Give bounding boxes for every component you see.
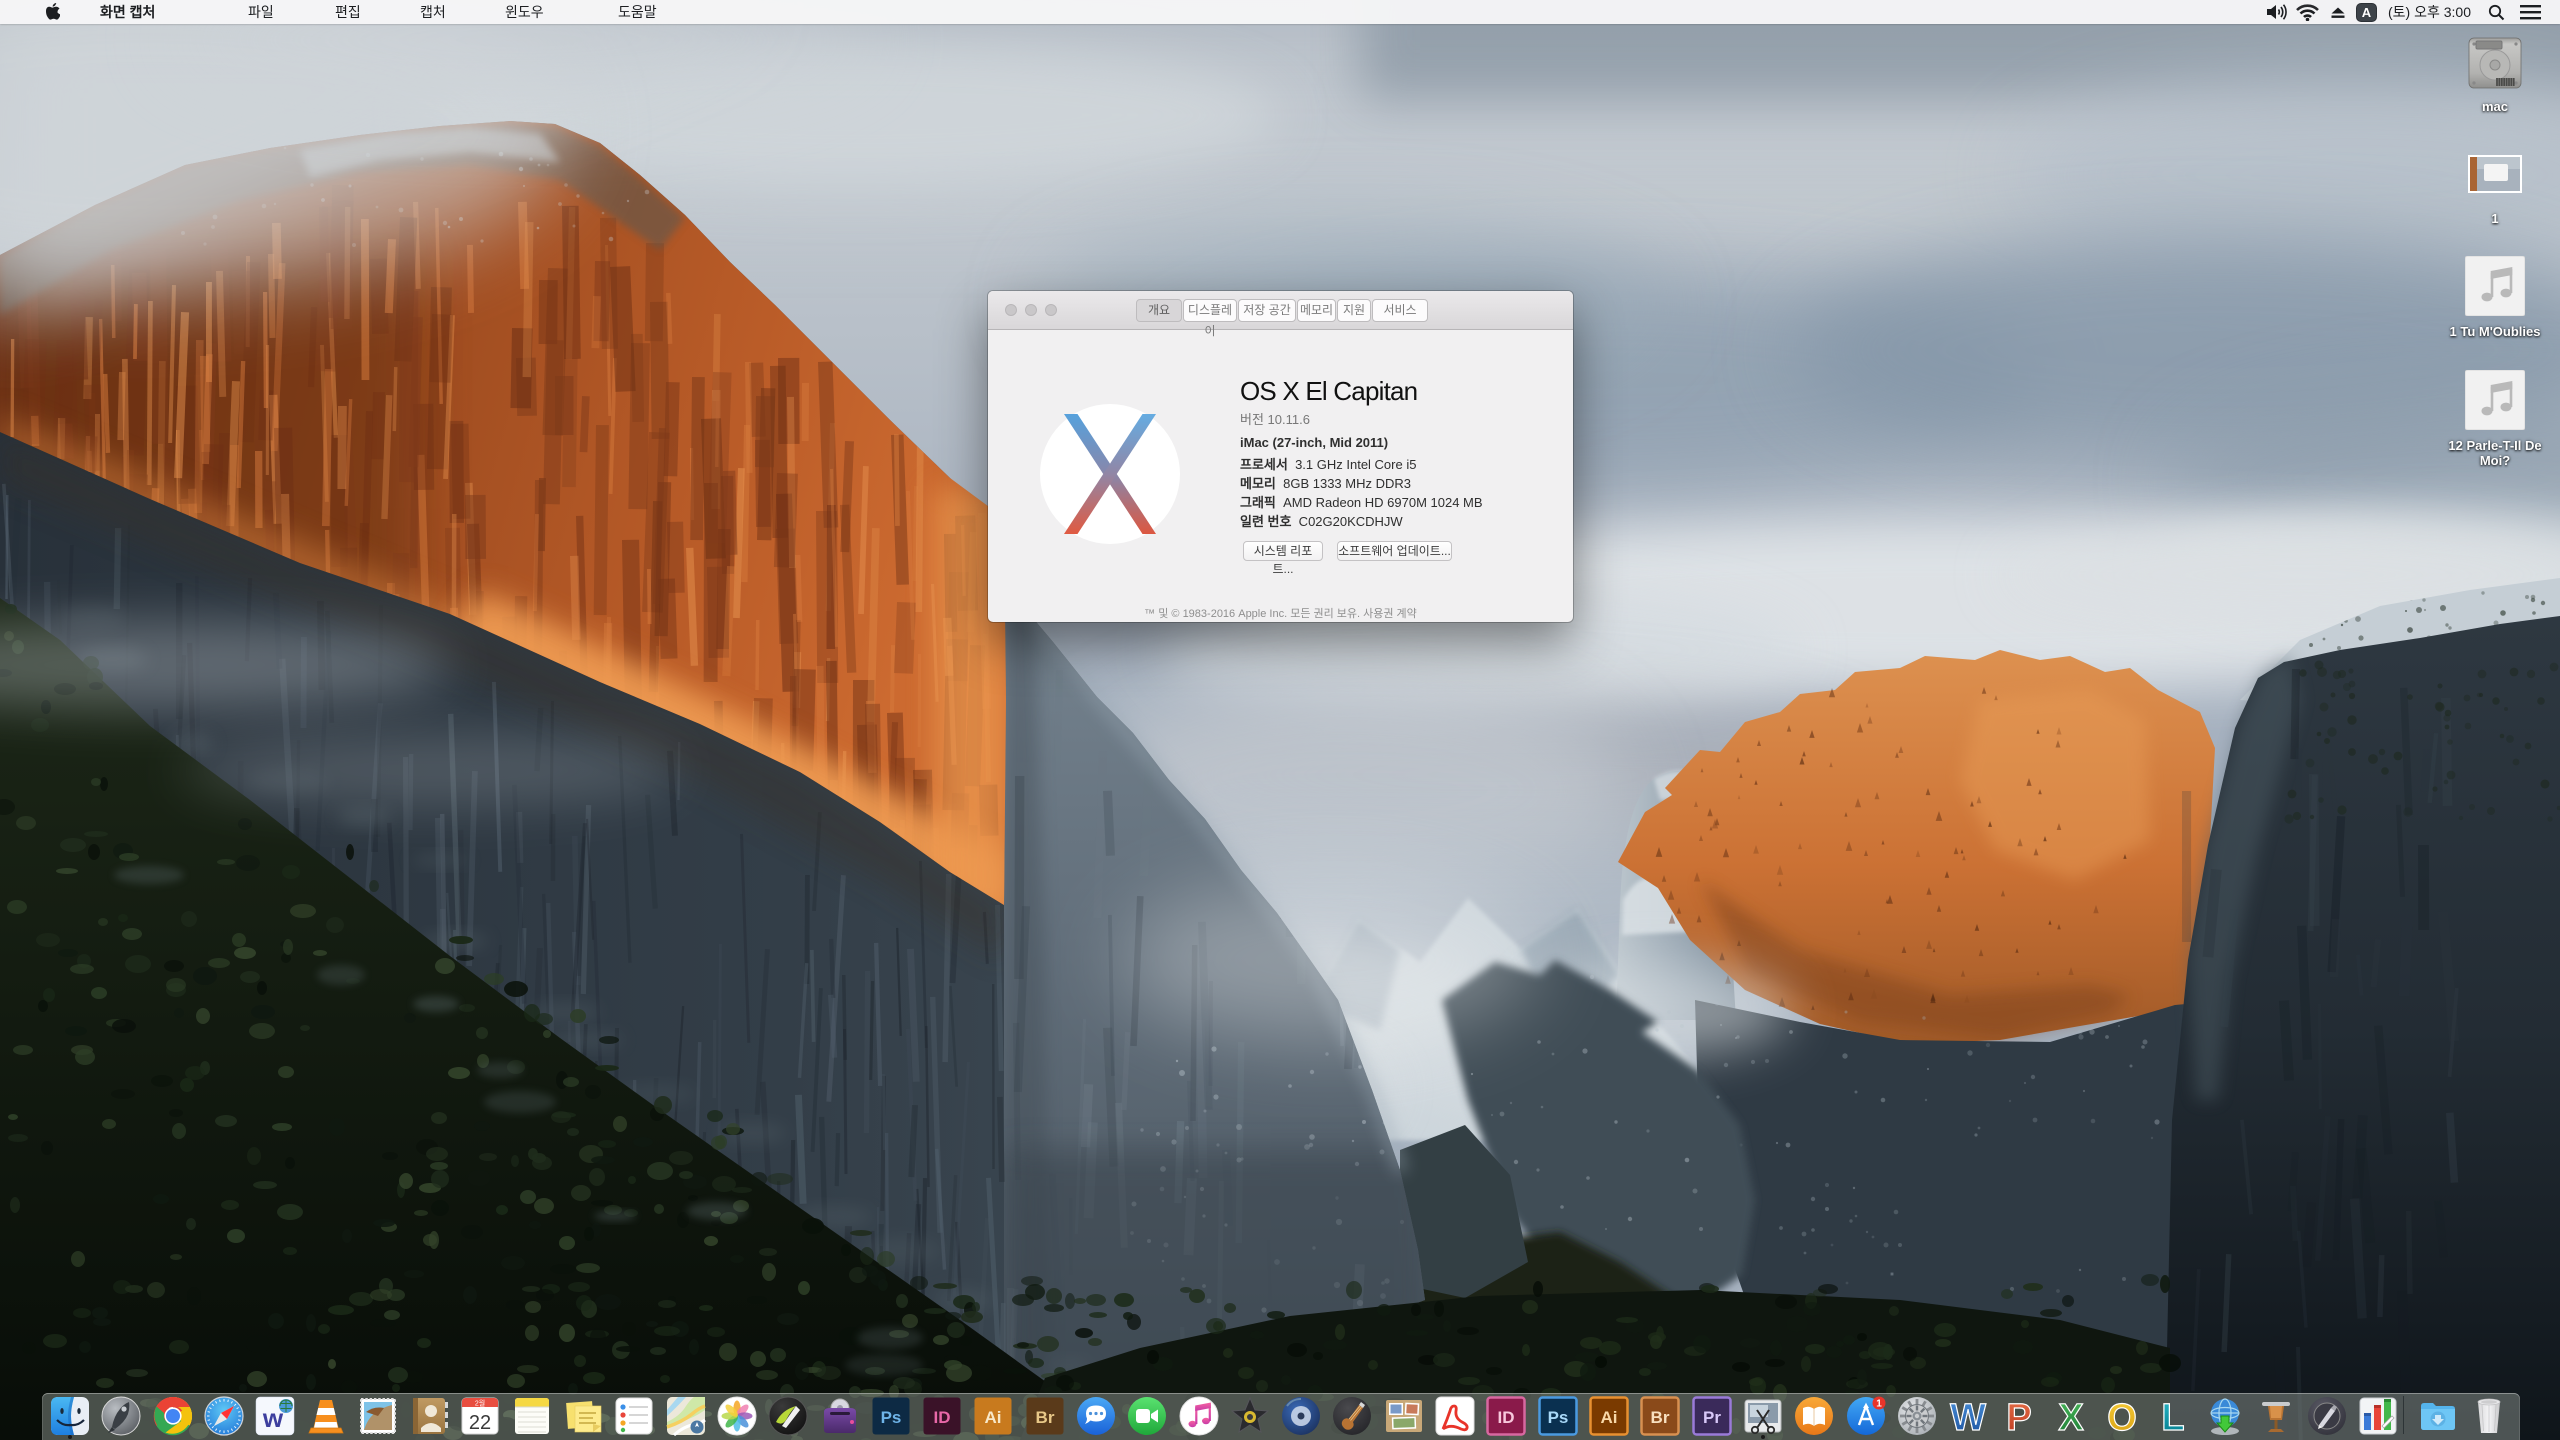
svg-text:22: 22 [469,1412,491,1434]
svg-text:Br: Br [1036,1408,1055,1427]
svg-text:P: P [2006,1397,2031,1436]
svg-text:Pr: Pr [1703,1408,1721,1427]
svg-text:Ai: Ai [1601,1408,1618,1427]
svg-text:Ps: Ps [1548,1408,1569,1427]
svg-text:ID: ID [1498,1408,1515,1427]
svg-text:Ps: Ps [881,1408,902,1427]
svg-text:1: 1 [1876,1399,1882,1410]
svg-text:A: A [2362,5,2372,20]
svg-text:2월: 2월 [475,1399,485,1408]
svg-text:Br: Br [1651,1408,1670,1427]
svg-text:Ai: Ai [985,1408,1002,1427]
svg-text:L: L [2161,1397,2184,1436]
svg-text:X: X [2058,1397,2084,1436]
svg-text:ID: ID [934,1408,951,1427]
svg-text:O: O [2107,1397,2137,1436]
svg-text:W: W [1950,1397,1986,1436]
